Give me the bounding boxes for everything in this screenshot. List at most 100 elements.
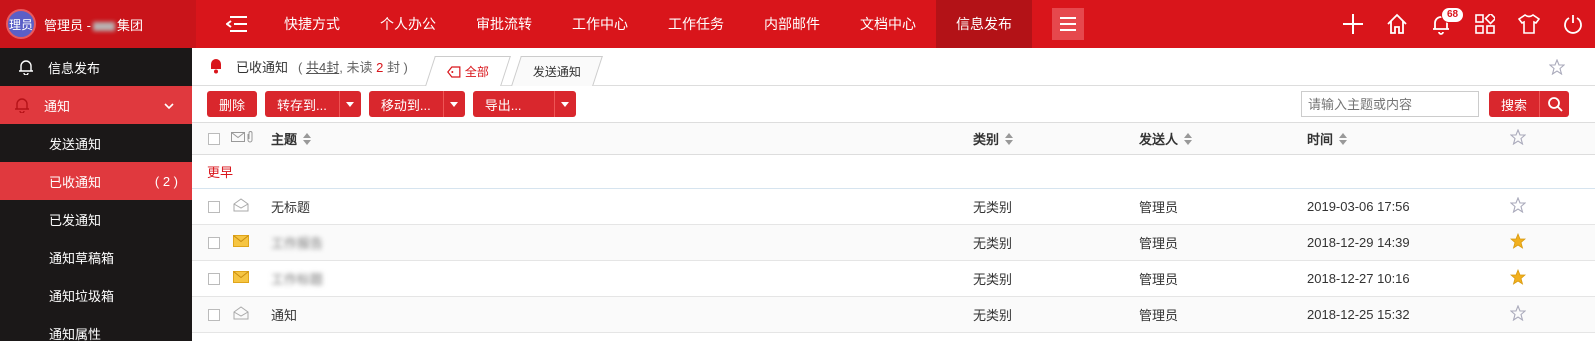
nav-shortcuts[interactable]: 快捷方式: [264, 0, 360, 48]
tab-send-notice[interactable]: 发送通知: [511, 55, 603, 86]
menu-collapse-icon[interactable]: [210, 0, 264, 48]
search-icon[interactable]: [1539, 91, 1569, 117]
total-count: 共4封: [305, 60, 340, 75]
star-icon[interactable]: [1509, 128, 1527, 148]
nav-personal-office[interactable]: 个人办公: [360, 0, 456, 48]
row-subject[interactable]: 工作标题: [271, 269, 323, 288]
save-to-button[interactable]: 转存到...: [265, 91, 361, 117]
mail-attachment-icon: [231, 131, 255, 146]
table-row[interactable]: 工作报告 无类别 管理员 2018-12-29 14:39: [192, 225, 1595, 261]
tag-icon: [446, 65, 461, 77]
unread-count: ( 2 ): [154, 173, 178, 189]
sidebar-item-trash[interactable]: 通知垃圾箱: [0, 276, 192, 314]
star-icon[interactable]: [1509, 196, 1527, 216]
row-subject[interactable]: 通知: [271, 305, 297, 324]
nav-work-tasks[interactable]: 工作任务: [648, 0, 744, 48]
row-sender: 管理员: [1139, 272, 1179, 287]
nav-info-publish[interactable]: 信息发布: [936, 0, 1032, 48]
bell-icon[interactable]: 68: [1419, 0, 1465, 48]
sidebar-item-sent-notice[interactable]: 已发通知: [0, 200, 192, 238]
main-nav: 快捷方式 个人办公 审批流转 工作中心 工作任务 内部邮件 文档中心 信息发布: [264, 0, 1032, 48]
avatar[interactable]: 理员: [6, 9, 36, 39]
sidebar-item-properties[interactable]: 通知属性: [0, 314, 192, 341]
mail-unread-icon: [233, 235, 249, 250]
nav-approval-flow[interactable]: 审批流转: [456, 0, 552, 48]
unread-count: 2: [376, 60, 384, 75]
power-icon[interactable]: [1551, 0, 1595, 48]
select-all-checkbox[interactable]: [208, 132, 220, 145]
nav-work-center[interactable]: 工作中心: [552, 0, 648, 48]
mail-unread-icon: [233, 271, 249, 286]
row-category: 无类别: [973, 272, 1013, 287]
bell-icon: [208, 56, 224, 77]
home-icon[interactable]: [1375, 0, 1419, 48]
sidebar-item-label: 通知垃圾箱: [49, 288, 115, 304]
row-checkbox[interactable]: [208, 200, 220, 213]
message-count: ( 共4封, 未读 2 封 ): [298, 60, 408, 75]
brand-area: 理员 管理员 - 集团: [0, 0, 196, 48]
bell-icon: [14, 97, 30, 113]
row-time: 2018-12-25 15:32: [1307, 307, 1410, 322]
star-icon[interactable]: [1509, 304, 1527, 324]
row-checkbox[interactable]: [208, 308, 220, 321]
caret-down-icon[interactable]: [442, 91, 465, 117]
sort-icon: [1184, 133, 1193, 148]
star-icon[interactable]: [1509, 232, 1527, 252]
add-icon[interactable]: [1331, 0, 1375, 48]
sidebar-group-notice[interactable]: 通知: [0, 86, 192, 124]
mail-read-icon: [233, 198, 249, 215]
column-sender[interactable]: 发送人: [1139, 129, 1193, 148]
table-row[interactable]: 通知 无类别 管理员 2018-12-25 15:32: [192, 297, 1595, 333]
chevron-down-icon: [164, 98, 174, 113]
theme-shirt-icon[interactable]: [1507, 0, 1551, 48]
nav-internal-mail[interactable]: 内部邮件: [744, 0, 840, 48]
sidebar-item-send-notice[interactable]: 发送通知: [0, 124, 192, 162]
search-input[interactable]: [1300, 91, 1479, 117]
row-checkbox[interactable]: [208, 236, 220, 249]
sidebar-item-label: 已发通知: [49, 212, 102, 228]
main-content: 已收通知 ( 共4封, 未读 2 封 ) 全部 发送通知 删除 转存到... 移…: [192, 48, 1595, 341]
user-suffix: 集团: [116, 17, 143, 33]
group-label-earlier: 更早: [192, 155, 1595, 189]
search-button[interactable]: 搜索: [1488, 91, 1539, 117]
column-subject[interactable]: 主题: [271, 129, 312, 148]
delete-button[interactable]: 删除: [207, 91, 258, 117]
sidebar-item-drafts[interactable]: 通知草稿箱: [0, 238, 192, 276]
row-category: 无类别: [973, 200, 1013, 215]
sidebar-item-info-publish[interactable]: 信息发布: [0, 48, 192, 86]
star-icon[interactable]: [1509, 268, 1527, 288]
tab-all[interactable]: 全部: [425, 55, 511, 86]
row-category: 无类别: [973, 308, 1013, 323]
tabs-bar: 已收通知 ( 共4封, 未读 2 封 ) 全部 发送通知: [192, 48, 1595, 86]
row-sender: 管理员: [1139, 308, 1179, 323]
notification-badge: 68: [1441, 7, 1465, 23]
sidebar-item-label: 发送通知: [49, 136, 102, 152]
row-checkbox[interactable]: [208, 272, 220, 285]
redacted-text: [92, 21, 115, 31]
table-row[interactable]: 工作标题 无类别 管理员 2018-12-27 10:16: [192, 261, 1595, 297]
table-row[interactable]: 无标题 无类别 管理员 2019-03-06 17:56: [192, 189, 1595, 225]
export-button[interactable]: 导出...: [472, 91, 576, 117]
row-subject[interactable]: 工作报告: [271, 233, 323, 252]
sort-icon: [303, 133, 312, 148]
caret-down-icon[interactable]: [553, 91, 576, 117]
sidebar-item-received-notice[interactable]: 已收通知 ( 2 ): [0, 162, 192, 200]
row-category: 无类别: [973, 236, 1013, 251]
row-sender: 管理员: [1139, 200, 1179, 215]
page-title: 已收通知: [236, 60, 289, 75]
sidebar-item-label: 信息发布: [48, 60, 101, 76]
move-to-button[interactable]: 移动到...: [368, 91, 465, 117]
table-body: 无标题 无类别 管理员 2019-03-06 17:56 工作报告 无类别 管理员 2018-…: [192, 189, 1595, 333]
nav-document-center[interactable]: 文档中心: [840, 0, 936, 48]
caret-down-icon[interactable]: [338, 91, 361, 117]
more-menu-icon[interactable]: [1052, 8, 1084, 40]
user-prefix: 管理员 -: [44, 17, 91, 33]
page-title-area: 已收通知 ( 共4封, 未读 2 封 ): [192, 56, 408, 77]
row-sender: 管理员: [1139, 236, 1179, 251]
apps-grid-icon[interactable]: [1463, 0, 1507, 48]
column-time[interactable]: 时间: [1307, 129, 1348, 148]
row-subject[interactable]: 无标题: [271, 197, 310, 216]
row-time: 2019-03-06 17:56: [1307, 199, 1410, 214]
star-icon[interactable]: [1548, 58, 1566, 78]
column-category[interactable]: 类别: [973, 129, 1014, 148]
